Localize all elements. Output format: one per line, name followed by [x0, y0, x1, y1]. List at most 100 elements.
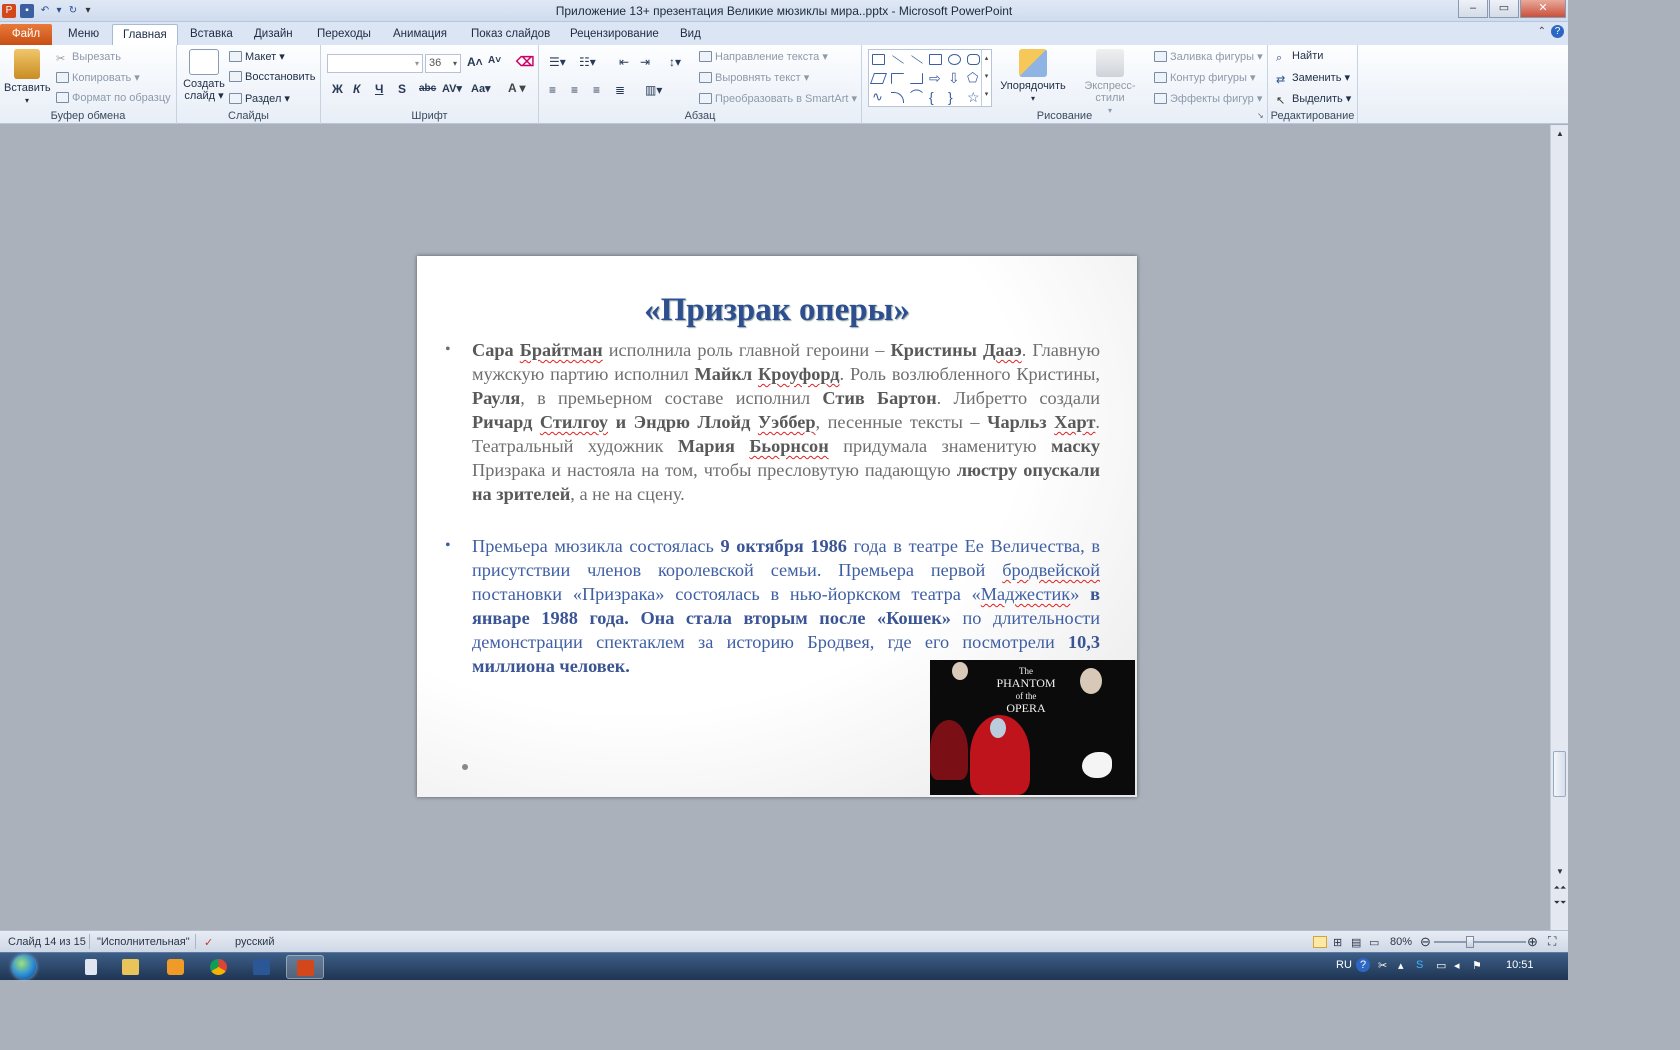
shadow-icon[interactable]: S	[398, 82, 406, 96]
format-painter-button[interactable]: Формат по образцу	[56, 92, 171, 104]
scroll-down-icon[interactable]: ▼	[1551, 867, 1569, 876]
font-color-icon[interactable]: A ▾	[508, 81, 526, 95]
taskbar-word[interactable]	[243, 955, 281, 979]
elbow-arrow-icon[interactable]	[910, 73, 923, 84]
tab-file[interactable]: Файл	[0, 24, 52, 45]
align-text-button[interactable]: Выровнять текст ▾	[699, 71, 809, 84]
triangle-shape-icon[interactable]	[869, 73, 888, 84]
start-button[interactable]	[6, 953, 42, 981]
line-shape-icon[interactable]	[891, 55, 905, 64]
shapes-gallery[interactable]: ⇨ ⇩ ⬠ ∿ ⌒ { } ☆ ▴ ▾ ▾	[868, 49, 992, 107]
zoom-out-icon[interactable]: ⊖	[1420, 934, 1431, 950]
arc-shape-icon[interactable]	[891, 92, 904, 103]
increase-indent-icon[interactable]: ⇥	[640, 55, 650, 69]
bold-icon[interactable]: Ж	[332, 82, 343, 96]
columns-icon[interactable]: ▥▾	[645, 83, 662, 97]
right-brace-shape-icon[interactable]: }	[948, 90, 961, 104]
arrow-shape-icon[interactable]	[910, 55, 924, 64]
section-button[interactable]: Раздел ▾	[229, 92, 290, 105]
bullet-paragraph-1[interactable]: • Сара Брайтман исполнила роль главной г…	[445, 338, 1100, 506]
slide-canvas[interactable]: «Призрак оперы» • Сара Брайтман исполнил…	[417, 256, 1137, 797]
tray-tool-icon[interactable]: ✂	[1378, 959, 1387, 972]
freeform-shape-icon[interactable]: ∿	[872, 90, 885, 103]
display-icon[interactable]: ▭	[1436, 959, 1446, 972]
tab-review[interactable]: Рецензирование	[560, 24, 669, 45]
drawing-dialog-launcher-icon[interactable]: ↘	[1257, 111, 1264, 120]
oval-shape-icon[interactable]	[948, 54, 961, 65]
align-right-icon[interactable]: ≡	[593, 83, 600, 97]
align-left-icon[interactable]: ≡	[549, 83, 556, 97]
change-case-icon[interactable]: Aa▾	[471, 82, 491, 95]
fit-to-window-icon[interactable]: ⛶	[1548, 934, 1556, 949]
justify-icon[interactable]: ≣	[615, 83, 625, 97]
align-center-icon[interactable]: ≡	[571, 83, 578, 97]
down-arrow-shape-icon[interactable]: ⇩	[948, 71, 961, 85]
line-spacing-icon[interactable]: ↕▾	[669, 55, 681, 69]
tab-insert[interactable]: Вставка	[180, 24, 243, 45]
tab-design[interactable]: Дизайн	[244, 24, 303, 45]
numbering-icon[interactable]: ☷▾	[579, 55, 596, 69]
language-indicator[interactable]: русский	[235, 936, 274, 948]
textbox-shape-icon[interactable]	[872, 54, 885, 65]
tab-menu[interactable]: Меню	[58, 24, 109, 45]
cut-button[interactable]: ✂ Вырезать	[56, 51, 121, 65]
zoom-level[interactable]: 80%	[1390, 936, 1412, 948]
next-slide-icon[interactable]: ⏷⏷	[1551, 898, 1569, 908]
paste-button[interactable]: Вставить ▾	[4, 49, 51, 107]
shapes-scroll-icon[interactable]: ▴ ▾ ▾	[981, 50, 991, 106]
action-center-flag-icon[interactable]: ⚑	[1472, 959, 1482, 972]
taskbar-explorer[interactable]	[112, 955, 150, 979]
shape-effects-button[interactable]: Эффекты фигур ▾	[1154, 92, 1262, 105]
bullet-paragraph-2[interactable]: • Премьера мюзикла состоялась 9 октября …	[445, 534, 1100, 678]
smartart-button[interactable]: Преобразовать в SmartArt ▾	[699, 92, 857, 105]
spacing-icon[interactable]: AV▾	[442, 82, 462, 95]
skype-icon[interactable]: S	[1416, 959, 1423, 971]
volume-icon[interactable]: ◂	[1454, 959, 1460, 972]
curve-shape-icon[interactable]: ⌒	[910, 90, 923, 103]
shrink-font-icon[interactable]: A˅	[488, 55, 501, 66]
layout-button[interactable]: Макет ▾	[229, 50, 285, 63]
zoom-in-icon[interactable]: ⊕	[1527, 934, 1538, 950]
taskbar-powerpoint[interactable]	[286, 955, 324, 979]
select-button[interactable]: ↖ Выделить ▾	[1276, 92, 1351, 107]
copy-button[interactable]: Копировать ▾	[56, 71, 140, 84]
minimize-ribbon-icon[interactable]: ⌃	[1538, 26, 1546, 37]
clock-time[interactable]: 10:51	[1506, 959, 1534, 971]
reset-button[interactable]: Восстановить	[229, 71, 315, 83]
text-direction-button[interactable]: Направление текста ▾	[699, 50, 828, 63]
zoom-slider-track[interactable]	[1434, 941, 1526, 943]
pentagon-shape-icon[interactable]: ⬠	[967, 71, 980, 84]
new-slide-button[interactable]: Создать слайд ▾	[181, 49, 227, 102]
taskbar-chrome[interactable]	[200, 955, 238, 979]
strikethrough-icon[interactable]: abc	[419, 83, 436, 94]
slide-sorter-icon[interactable]: ⊞	[1333, 936, 1342, 949]
rectangle-shape-icon[interactable]	[929, 54, 942, 65]
normal-view-icon[interactable]	[1313, 936, 1327, 948]
slideshow-view-icon[interactable]: ▭	[1369, 936, 1379, 949]
tab-animation[interactable]: Анимация	[383, 24, 457, 45]
minimize-button[interactable]: –	[1458, 0, 1488, 18]
underline-icon[interactable]: Ч	[375, 82, 383, 96]
tab-transitions[interactable]: Переходы	[307, 24, 381, 45]
clear-format-icon[interactable]: ⌫	[516, 54, 534, 70]
replace-button[interactable]: ⇄ Заменить ▾	[1276, 71, 1350, 86]
taskbar-media-player[interactable]	[157, 955, 195, 979]
reading-view-icon[interactable]: ▤	[1351, 936, 1361, 949]
tab-slideshow[interactable]: Показ слайдов	[461, 24, 560, 45]
theme-name[interactable]: "Исполнительная"	[97, 936, 190, 948]
slide-title[interactable]: «Призрак оперы»	[417, 292, 1137, 329]
help-icon[interactable]: ?	[1551, 25, 1564, 38]
keyboard-language[interactable]: RU	[1336, 959, 1352, 971]
decrease-indent-icon[interactable]: ⇤	[619, 55, 629, 69]
vertical-scrollbar[interactable]: ▲ ▼ ⏶⏶ ⏷⏷	[1550, 125, 1568, 930]
font-name-combo[interactable]: ▾	[327, 54, 423, 73]
zoom-slider-thumb[interactable]	[1466, 936, 1474, 948]
arrange-button[interactable]: Упорядочить ▾	[998, 49, 1068, 105]
right-arrow-shape-icon[interactable]: ⇨	[929, 71, 942, 85]
grow-font-icon[interactable]: A˄	[467, 55, 483, 69]
scroll-up-icon[interactable]: ▲	[1551, 129, 1569, 138]
close-button[interactable]: ✕	[1520, 0, 1566, 18]
italic-icon[interactable]: К	[353, 82, 360, 96]
show-hidden-icons[interactable]: ▴	[1398, 959, 1404, 972]
rounded-rect-shape-icon[interactable]	[967, 54, 980, 65]
